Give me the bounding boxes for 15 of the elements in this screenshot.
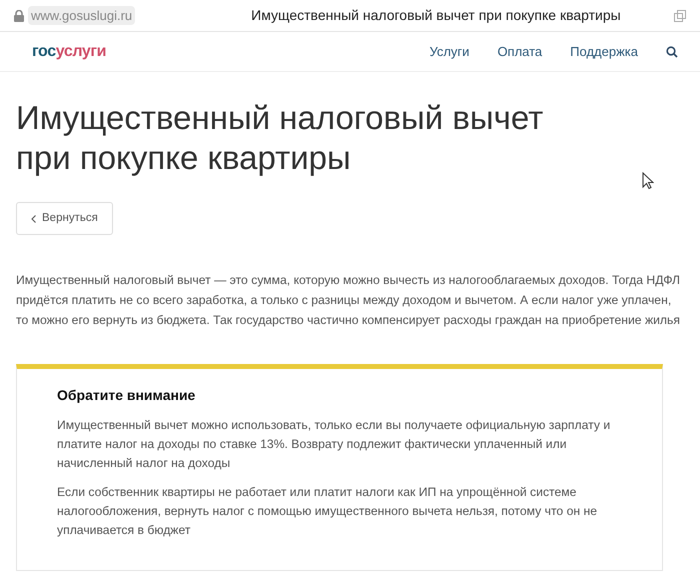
- cursor-icon: [642, 172, 654, 190]
- search-icon[interactable]: [666, 46, 678, 58]
- nav-link[interactable]: Оплата: [497, 42, 542, 62]
- nav-link[interactable]: Услуги: [429, 42, 470, 62]
- back-button[interactable]: Вернуться: [16, 202, 113, 235]
- chevron-left-icon: [31, 214, 36, 222]
- logo[interactable]: госуслуги: [32, 40, 106, 64]
- page-title: Имущественный налоговый вычет при покупке квартиры: [16, 98, 544, 178]
- intro-paragraph: Имущественный налоговый вычет — это сумма, которую можно вычесть из налогооблагаемых доходов. Тогда НДФЛ придётся платить не со всего заработка, а только с разницы между доходом и вычетом. А если налог уже уплачен, то можно его вернуть из бюджета. Так государство частично компенсирует расходы граждан на приобретение жилья: [16, 272, 682, 329]
- notice-paragraph: Имущественный вычет можно использовать, только если вы получаете официальную зарплату и платите налог на доходы по ставке 13%. Возврату подлежит фактически уплаченный или начисленный налог на доходы: [57, 417, 612, 472]
- notice-paragraph: Если собственник квартиры не работает или платит налоги как ИП на упрощённой системе налогообложения, вернуть налог с помощью имущественного вычета нельзя, потому что он не уплачивается в бюджет: [57, 484, 598, 539]
- nav-link[interactable]: Поддержка: [570, 42, 638, 62]
- notice-title: Обратите внимание: [57, 386, 196, 405]
- page-tab-title: Имущественный налоговый вычет при покупке квартиры: [251, 6, 621, 25]
- lock-icon: [14, 10, 24, 22]
